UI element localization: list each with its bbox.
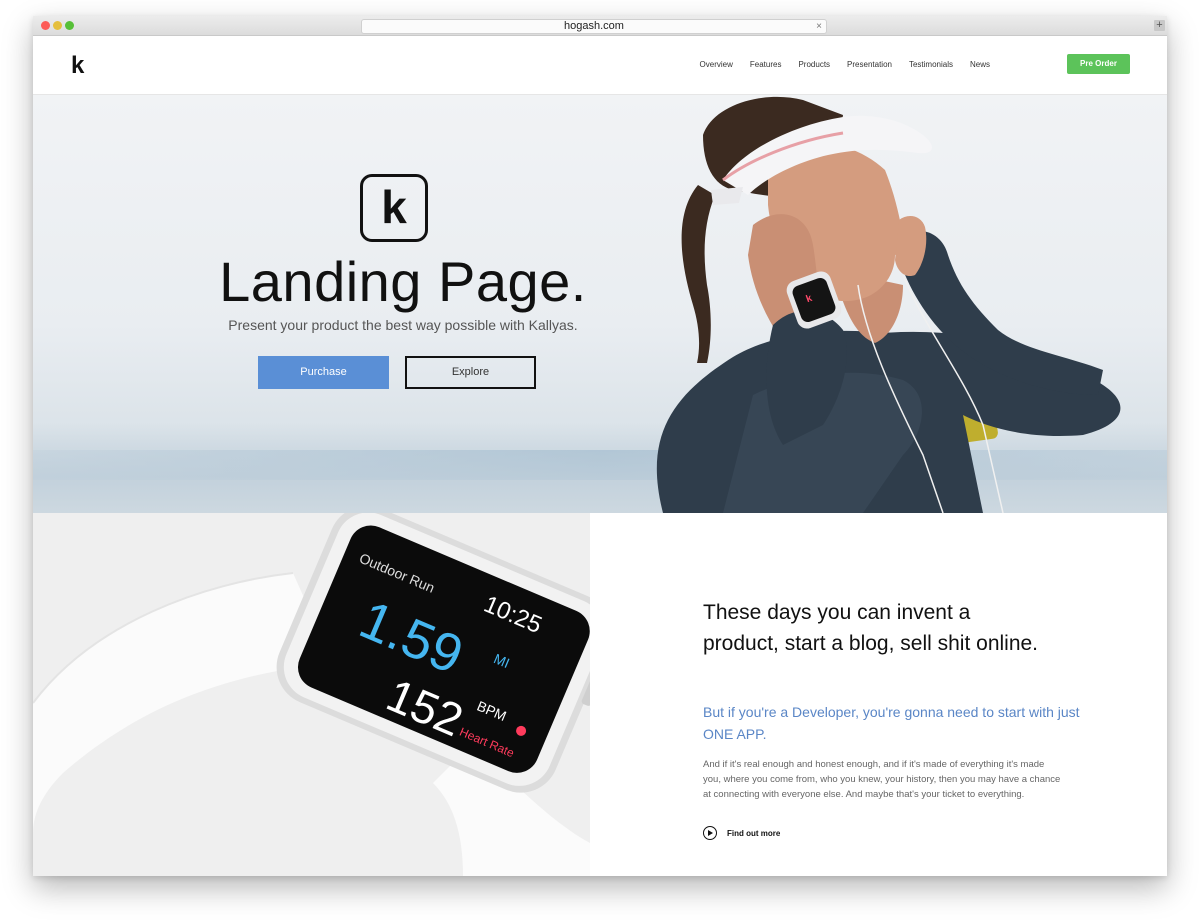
- new-tab-button[interactable]: +: [1154, 20, 1165, 31]
- product-image-panel: Outdoor Run 10:25 1.59 MI 152 BPM Heart …: [33, 513, 590, 876]
- clear-url-icon[interactable]: ×: [816, 20, 822, 33]
- site-header: k Overview Features Products Presentatio…: [33, 36, 1167, 95]
- close-window-button[interactable]: [41, 21, 50, 30]
- nav-products[interactable]: Products: [798, 60, 830, 70]
- purchase-button[interactable]: Purchase: [258, 356, 389, 389]
- nav-features[interactable]: Features: [750, 60, 782, 70]
- hero-title: Landing Page.: [219, 250, 587, 313]
- smartwatch-product-image: Outdoor Run 10:25 1.59 MI 152 BPM Heart …: [33, 513, 590, 876]
- hero-subtitle: Present your product the best way possib…: [228, 317, 578, 333]
- hero-logo-mark: k: [360, 174, 428, 242]
- nav-news[interactable]: News: [970, 60, 990, 70]
- hero-section: k k Landing Page. Present your product t…: [33, 95, 1167, 513]
- site-logo[interactable]: k: [71, 54, 84, 78]
- find-out-more-label: Find out more: [727, 828, 781, 838]
- nav-testimonials[interactable]: Testimonials: [909, 60, 953, 70]
- address-bar[interactable]: hogash.com ×: [361, 19, 827, 34]
- play-circle-icon: [703, 826, 717, 840]
- minimize-window-button[interactable]: [53, 21, 62, 30]
- address-bar-url: hogash.com: [564, 20, 624, 32]
- find-out-more-link[interactable]: Find out more: [703, 826, 780, 840]
- main-nav: Overview Features Products Presentation …: [683, 60, 990, 70]
- nav-overview[interactable]: Overview: [700, 60, 733, 70]
- pre-order-button[interactable]: Pre Order: [1067, 54, 1130, 74]
- nav-presentation[interactable]: Presentation: [847, 60, 892, 70]
- feature-section: These days you can invent a product, sta…: [590, 513, 1167, 876]
- explore-button[interactable]: Explore: [405, 356, 536, 389]
- zoom-window-button[interactable]: [65, 21, 74, 30]
- feature-subheadline: But if you're a Developer, you're gonna …: [703, 704, 1080, 742]
- feature-headline: These days you can invent a product, sta…: [703, 601, 1039, 655]
- browser-window: hogash.com × + k Overview Features Produ…: [33, 16, 1167, 876]
- feature-body-text: And if it's real enough and honest enoug…: [703, 759, 1061, 800]
- browser-toolbar: hogash.com × +: [33, 16, 1167, 36]
